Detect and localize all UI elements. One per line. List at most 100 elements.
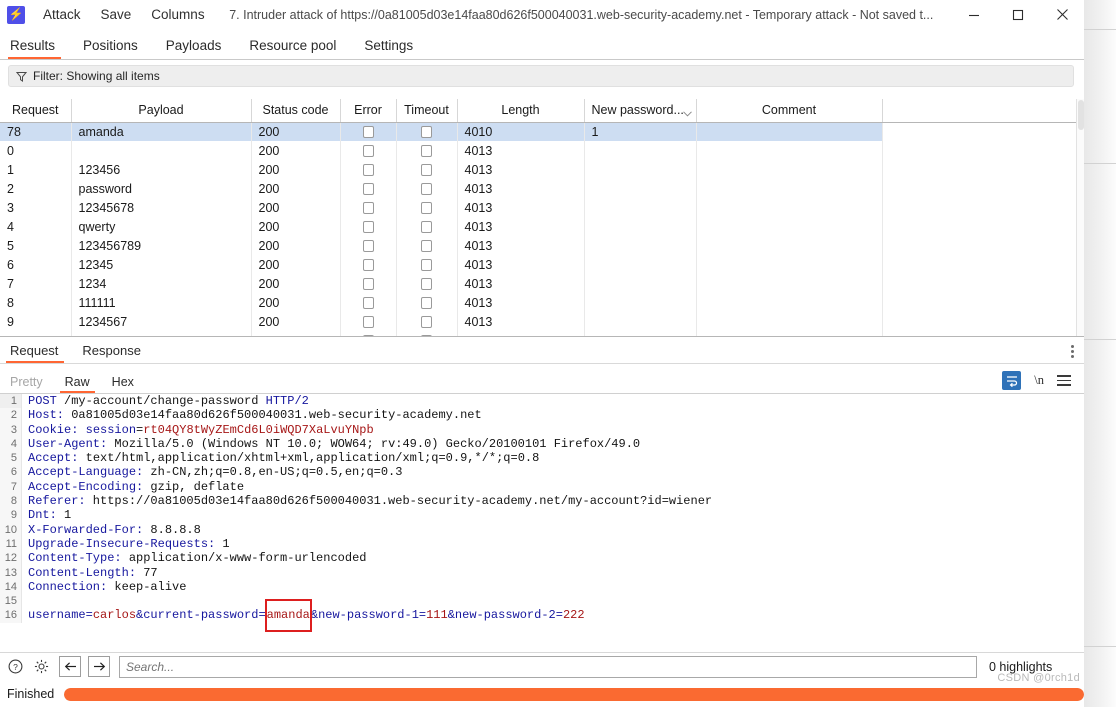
request-body-line[interactable]: username=carlos&current-password=amanda&… xyxy=(21,599,1084,633)
error-checkbox[interactable] xyxy=(362,182,374,195)
timeout-checkbox[interactable] xyxy=(421,334,432,336)
cell-timeout[interactable] xyxy=(396,312,458,331)
cell-error[interactable] xyxy=(340,217,397,236)
gear-icon[interactable] xyxy=(30,656,52,678)
column-header-request[interactable]: Request xyxy=(0,99,72,123)
tab-resource-pool[interactable]: Resource pool xyxy=(235,38,350,59)
timeout-checkbox[interactable] xyxy=(421,182,432,195)
cell-comment[interactable] xyxy=(696,122,883,141)
table-row[interactable]: 3 12345678 200 4013 xyxy=(0,198,1077,217)
error-checkbox[interactable] xyxy=(362,125,374,138)
table-row[interactable]: 6 12345 200 4013 xyxy=(0,255,1077,274)
timeout-checkbox[interactable] xyxy=(421,239,432,252)
cell-error[interactable] xyxy=(340,255,397,274)
timeout-checkbox[interactable] xyxy=(421,296,432,309)
cell-error[interactable] xyxy=(340,236,397,255)
table-row[interactable]: 1 123456 200 4013 xyxy=(0,160,1077,179)
table-row[interactable]: 78 amanda 200 4010 1 xyxy=(0,122,1077,141)
cell-error[interactable] xyxy=(340,293,397,312)
timeout-checkbox[interactable] xyxy=(421,163,432,176)
cell-comment[interactable] xyxy=(696,179,883,198)
cell-error[interactable] xyxy=(340,160,397,179)
error-checkbox[interactable] xyxy=(362,296,374,309)
cell-timeout[interactable] xyxy=(396,255,458,274)
table-row[interactable]: 9 1234567 200 4013 xyxy=(0,312,1077,331)
table-row[interactable]: 4 qwerty 200 4013 xyxy=(0,217,1077,236)
request-editor[interactable]: 1 POST /my-account/change-password HTTP/… xyxy=(0,394,1084,645)
error-checkbox[interactable] xyxy=(362,144,374,157)
attack-results-table[interactable]: Request Payload Status code Error Timeou… xyxy=(0,99,1084,337)
cell-timeout[interactable] xyxy=(396,160,458,179)
results-table-scrollbar[interactable] xyxy=(1076,99,1084,336)
word-wrap-icon[interactable] xyxy=(1002,371,1022,390)
table-row-partial[interactable] xyxy=(0,331,1077,336)
error-checkbox[interactable] xyxy=(362,201,374,214)
menu-columns[interactable]: Columns xyxy=(149,5,206,24)
timeout-checkbox[interactable] xyxy=(421,144,432,157)
error-checkbox[interactable] xyxy=(362,334,374,336)
cell-timeout[interactable] xyxy=(396,217,458,236)
table-row[interactable]: 0 200 4013 xyxy=(0,141,1077,160)
menu-save[interactable]: Save xyxy=(99,5,134,24)
timeout-checkbox[interactable] xyxy=(421,277,432,290)
close-button[interactable] xyxy=(1040,0,1084,29)
cell-comment[interactable] xyxy=(696,160,883,179)
tab-payloads[interactable]: Payloads xyxy=(152,38,236,59)
minimize-button[interactable] xyxy=(952,0,996,29)
error-checkbox[interactable] xyxy=(362,239,374,252)
search-prev-button[interactable] xyxy=(59,656,81,677)
tab-settings[interactable]: Settings xyxy=(350,38,427,59)
cell-timeout[interactable] xyxy=(396,274,458,293)
tab-request[interactable]: Request xyxy=(0,343,70,363)
column-header-timeout[interactable]: Timeout xyxy=(396,99,458,123)
cell-comment[interactable] xyxy=(696,198,883,217)
cell-timeout[interactable] xyxy=(396,198,458,217)
more-options-icon[interactable] xyxy=(1071,345,1074,358)
timeout-checkbox[interactable] xyxy=(421,315,432,328)
cell-timeout[interactable] xyxy=(396,236,458,255)
column-header-error[interactable]: Error xyxy=(340,99,397,123)
cell-timeout[interactable] xyxy=(396,331,458,336)
tab-positions[interactable]: Positions xyxy=(69,38,152,59)
table-row[interactable]: 2 password 200 4013 xyxy=(0,179,1077,198)
search-input[interactable] xyxy=(119,655,977,678)
column-header-status-code[interactable]: Status code xyxy=(251,99,341,123)
column-header-length[interactable]: Length xyxy=(457,99,585,123)
cell-comment[interactable] xyxy=(696,331,883,336)
hamburger-menu-icon[interactable] xyxy=(1057,375,1071,386)
cell-comment[interactable] xyxy=(696,312,883,331)
tab-hex[interactable]: Hex xyxy=(101,375,145,393)
error-checkbox[interactable] xyxy=(362,258,374,271)
error-checkbox[interactable] xyxy=(362,315,374,328)
timeout-checkbox[interactable] xyxy=(421,125,432,138)
cell-timeout[interactable] xyxy=(396,122,458,141)
tab-response[interactable]: Response xyxy=(70,343,153,363)
scrollbar-thumb[interactable] xyxy=(1078,100,1084,130)
menu-attack[interactable]: Attack xyxy=(41,5,83,24)
table-row[interactable]: 5 123456789 200 4013 xyxy=(0,236,1077,255)
cell-error[interactable] xyxy=(340,141,397,160)
tab-pretty[interactable]: Pretty xyxy=(0,375,54,393)
error-checkbox[interactable] xyxy=(362,277,374,290)
column-header-new-password[interactable]: New password... xyxy=(584,99,697,123)
cell-comment[interactable] xyxy=(696,274,883,293)
cell-error[interactable] xyxy=(340,122,397,141)
timeout-checkbox[interactable] xyxy=(421,220,432,233)
tab-raw[interactable]: Raw xyxy=(54,375,101,393)
maximize-button[interactable] xyxy=(996,0,1040,29)
cell-error[interactable] xyxy=(340,274,397,293)
cell-error[interactable] xyxy=(340,179,397,198)
cell-comment[interactable] xyxy=(696,141,883,160)
cell-comment[interactable] xyxy=(696,293,883,312)
cell-comment[interactable] xyxy=(696,255,883,274)
column-header-comment[interactable]: Comment xyxy=(696,99,883,123)
tab-results[interactable]: Results xyxy=(0,38,69,59)
column-header-payload[interactable]: Payload xyxy=(71,99,252,123)
timeout-checkbox[interactable] xyxy=(421,258,432,271)
cell-error[interactable] xyxy=(340,312,397,331)
cell-timeout[interactable] xyxy=(396,141,458,160)
cell-comment[interactable] xyxy=(696,217,883,236)
search-next-button[interactable] xyxy=(88,656,110,677)
filter-bar[interactable]: Filter: Showing all items xyxy=(8,65,1074,87)
cell-comment[interactable] xyxy=(696,236,883,255)
